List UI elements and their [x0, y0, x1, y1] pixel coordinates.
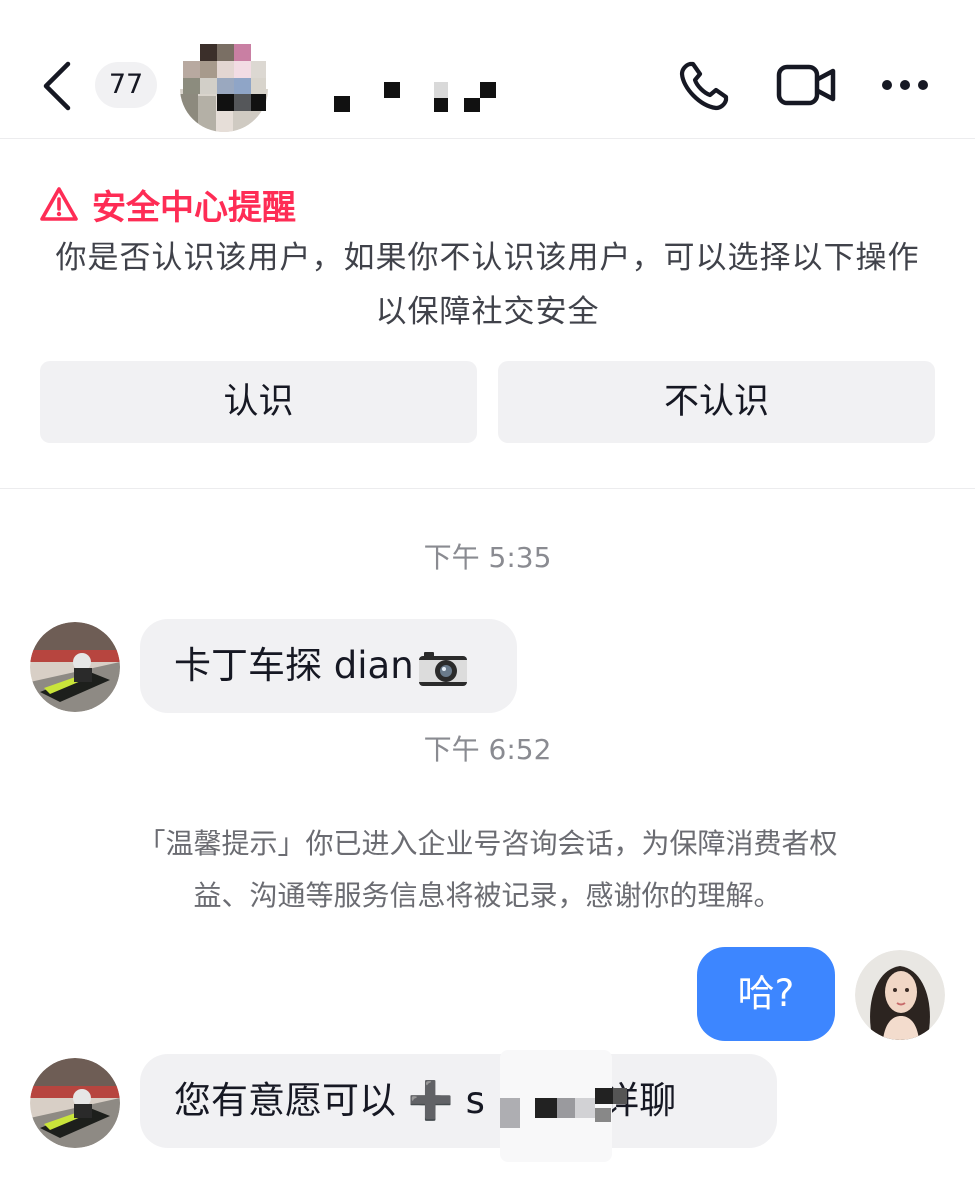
more-icon[interactable] [880, 74, 930, 96]
notice-title: 安全中心提醒 [92, 187, 296, 228]
chat-header: 77 [0, 0, 975, 139]
notice-title-row: 安全中心提醒 [40, 181, 296, 228]
message-text-prefix: 您有意愿可以 ➕ s [174, 1079, 485, 1122]
notice-body: 你是否认识该用户，如果你不认识该用户，可以选择以下操作以保障社交安全 [55, 240, 920, 330]
timestamp: 下午 6:52 [423, 733, 552, 766]
system-tip: 「温馨提示」你已进入企业号咨询会话，为保障消费者权益、沟通等服务信息将被记录，感… [137, 827, 838, 912]
message-text: 卡丁车探 dian [174, 644, 414, 687]
unread-count-badge[interactable]: 77 [95, 62, 157, 108]
video-icon[interactable] [776, 62, 838, 108]
back-icon[interactable] [38, 58, 78, 114]
message-bubble[interactable]: 您有意愿可以 ➕ s -详聊 [140, 1054, 777, 1148]
dont-know-user-button[interactable]: 不认识 [498, 361, 935, 443]
message-bubble[interactable]: 卡丁车探 dian [140, 619, 517, 713]
sender-avatar[interactable] [30, 622, 120, 712]
contact-avatar[interactable] [180, 44, 268, 132]
sender-avatar[interactable] [30, 1058, 120, 1148]
my-message-bubble[interactable]: 哈? [697, 947, 835, 1041]
phone-icon[interactable] [676, 58, 734, 114]
camera-emoji [418, 651, 467, 686]
my-message-text: 哈? [737, 972, 795, 1015]
my-avatar[interactable] [855, 950, 945, 1040]
redaction-mosaic [500, 1050, 627, 1162]
contact-name [334, 82, 496, 112]
security-notice: 安全中心提醒 你是否认识该用户，如果你不认识该用户，可以选择以下操作以保障社交安… [0, 139, 975, 489]
timestamp: 下午 5:35 [423, 541, 552, 574]
warning-icon [40, 187, 78, 221]
know-user-button[interactable]: 认识 [40, 361, 477, 443]
